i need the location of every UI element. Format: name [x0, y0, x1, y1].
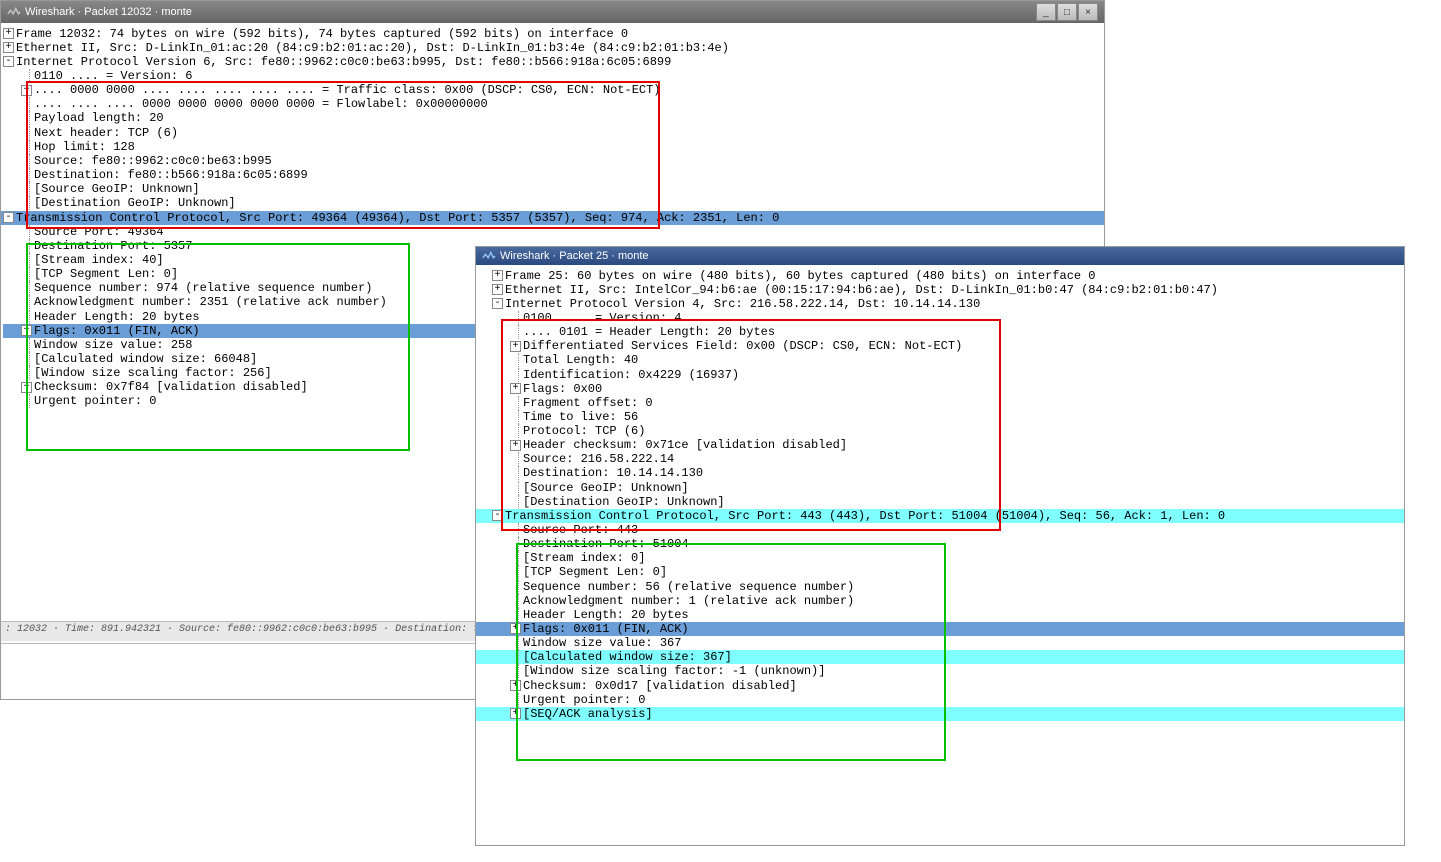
expand-icon[interactable]: +	[510, 708, 521, 719]
tcp-summary[interactable]: -Transmission Control Protocol, Src Port…	[476, 509, 1404, 523]
ethernet-summary[interactable]: +Ethernet II, Src: D-LinkIn_01:ac:20 (84…	[3, 41, 1102, 55]
tcp-source-port[interactable]: Source Port: 49364	[3, 225, 1102, 239]
expand-icon[interactable]: +	[510, 623, 521, 634]
frame-summary[interactable]: +Frame 12032: 74 bytes on wire (592 bits…	[3, 27, 1102, 41]
tcp-segment-len[interactable]: [TCP Segment Len: 0]	[478, 565, 1402, 579]
ipv6-hop-limit[interactable]: Hop limit: 128	[3, 140, 1102, 154]
expand-icon[interactable]: +	[510, 383, 521, 394]
ipv6-destination[interactable]: Destination: fe80::b566:918a:6c05:6899	[3, 168, 1102, 182]
expand-icon[interactable]: +	[510, 440, 521, 451]
ipv4-dest-geoip[interactable]: [Destination GeoIP: Unknown]	[478, 495, 1402, 509]
tcp-ack-number[interactable]: Acknowledgment number: 1 (relative ack n…	[478, 594, 1402, 608]
tcp-calc-window-size[interactable]: [Calculated window size: 367]	[476, 650, 1404, 664]
expand-icon[interactable]: +	[21, 85, 32, 96]
tcp-window-scaling[interactable]: [Window size scaling factor: -1 (unknown…	[478, 664, 1402, 678]
minimize-button[interactable]: _	[1036, 3, 1056, 21]
collapse-icon[interactable]: -	[3, 212, 14, 223]
ipv6-version[interactable]: 0110 .... = Version: 6	[3, 69, 1102, 83]
ipv4-summary[interactable]: -Internet Protocol Version 4, Src: 216.5…	[478, 297, 1402, 311]
ipv4-total-length[interactable]: Total Length: 40	[478, 353, 1402, 367]
collapse-icon[interactable]: -	[492, 298, 503, 309]
tcp-stream-index[interactable]: [Stream index: 0]	[478, 551, 1402, 565]
ipv4-checksum[interactable]: +Header checksum: 0x71ce [validation dis…	[478, 438, 1402, 452]
ipv4-source-geoip[interactable]: [Source GeoIP: Unknown]	[478, 481, 1402, 495]
tcp-seq-ack-analysis[interactable]: +[SEQ/ACK analysis]	[476, 707, 1404, 721]
ipv4-version[interactable]: 0100 .... = Version: 4	[478, 311, 1402, 325]
ipv6-payload-length[interactable]: Payload length: 20	[3, 111, 1102, 125]
expand-icon[interactable]: +	[3, 28, 14, 39]
tcp-header-length[interactable]: Header Length: 20 bytes	[478, 608, 1402, 622]
expand-icon[interactable]: +	[21, 382, 32, 393]
collapse-icon[interactable]: -	[3, 56, 14, 67]
ipv6-source-geoip[interactable]: [Source GeoIP: Unknown]	[3, 182, 1102, 196]
ipv6-dest-geoip[interactable]: [Destination GeoIP: Unknown]	[3, 196, 1102, 210]
expand-icon[interactable]: +	[510, 680, 521, 691]
window-title-1: Wireshark · Packet 12032 · monte	[25, 6, 192, 18]
wireshark-window-2[interactable]: Wireshark · Packet 25 · monte +Frame 25:…	[475, 246, 1405, 846]
tcp-seq-number[interactable]: Sequence number: 56 (relative sequence n…	[478, 580, 1402, 594]
ipv6-summary[interactable]: -Internet Protocol Version 6, Src: fe80:…	[3, 55, 1102, 69]
expand-icon[interactable]: +	[21, 325, 32, 336]
tcp-urgent-pointer[interactable]: Urgent pointer: 0	[478, 693, 1402, 707]
maximize-button[interactable]: □	[1057, 3, 1077, 21]
ipv4-fragment-offset[interactable]: Fragment offset: 0	[478, 396, 1402, 410]
wireshark-icon	[482, 249, 496, 263]
ipv4-source[interactable]: Source: 216.58.222.14	[478, 452, 1402, 466]
titlebar-2[interactable]: Wireshark · Packet 25 · monte	[476, 247, 1404, 265]
tcp-summary[interactable]: -Transmission Control Protocol, Src Port…	[1, 211, 1104, 225]
ipv4-identification[interactable]: Identification: 0x4229 (16937)	[478, 368, 1402, 382]
ipv6-traffic-class[interactable]: +.... 0000 0000 .... .... .... .... ....…	[3, 83, 1102, 97]
ipv4-flags[interactable]: +Flags: 0x00	[478, 382, 1402, 396]
ipv4-protocol[interactable]: Protocol: TCP (6)	[478, 424, 1402, 438]
expand-icon[interactable]: +	[492, 270, 503, 281]
collapse-icon[interactable]: -	[492, 510, 503, 521]
close-button[interactable]: ×	[1078, 3, 1098, 21]
frame-summary[interactable]: +Frame 25: 60 bytes on wire (480 bits), …	[478, 269, 1402, 283]
ipv4-ttl[interactable]: Time to live: 56	[478, 410, 1402, 424]
ipv4-dsf[interactable]: +Differentiated Services Field: 0x00 (DS…	[478, 339, 1402, 353]
tcp-checksum[interactable]: +Checksum: 0x0d17 [validation disabled]	[478, 679, 1402, 693]
window-title-2: Wireshark · Packet 25 · monte	[500, 250, 649, 262]
titlebar-1[interactable]: Wireshark · Packet 12032 · monte _ □ ×	[1, 1, 1104, 23]
ipv4-header-length[interactable]: .... 0101 = Header Length: 20 bytes	[478, 325, 1402, 339]
tcp-dest-port[interactable]: Destination Port: 51004	[478, 537, 1402, 551]
ipv4-destination[interactable]: Destination: 10.14.14.130	[478, 466, 1402, 480]
ipv6-source[interactable]: Source: fe80::9962:c0c0:be63:b995	[3, 154, 1102, 168]
expand-icon[interactable]: +	[510, 341, 521, 352]
tcp-source-port[interactable]: Source Port: 443	[478, 523, 1402, 537]
tcp-flags[interactable]: +Flags: 0x011 (FIN, ACK)	[476, 622, 1404, 636]
ethernet-summary[interactable]: +Ethernet II, Src: IntelCor_94:b6:ae (00…	[478, 283, 1402, 297]
packet-tree-2[interactable]: +Frame 25: 60 bytes on wire (480 bits), …	[476, 265, 1404, 841]
expand-icon[interactable]: +	[3, 42, 14, 53]
ipv6-flowlabel[interactable]: .... .... .... 0000 0000 0000 0000 0000 …	[3, 97, 1102, 111]
expand-icon[interactable]: +	[492, 284, 503, 295]
tcp-window-size[interactable]: Window size value: 367	[478, 636, 1402, 650]
window-controls-1: _ □ ×	[1036, 3, 1098, 21]
wireshark-icon	[7, 5, 21, 19]
ipv6-next-header[interactable]: Next header: TCP (6)	[3, 126, 1102, 140]
